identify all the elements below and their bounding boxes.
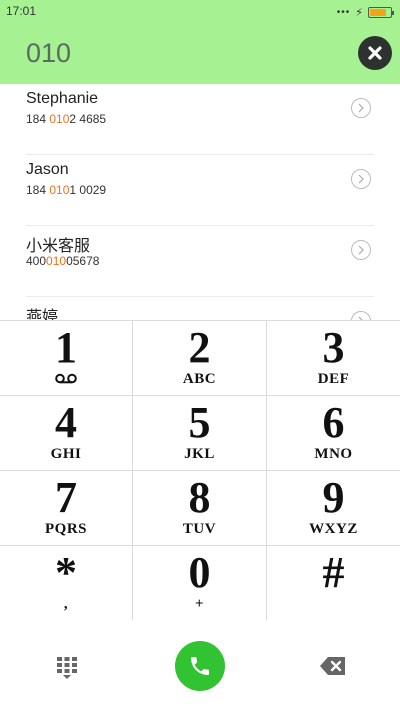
key-8[interactable]: 8 TUV	[133, 471, 267, 546]
key-digit: 5	[188, 398, 211, 447]
contact-item[interactable]: Stephanie 184 0102 4685	[26, 84, 374, 155]
chevron-right-icon	[358, 174, 364, 184]
contact-detail-button[interactable]	[351, 169, 371, 189]
key-star[interactable]: * ,	[0, 546, 133, 621]
key-4[interactable]: 4 GHI	[0, 396, 133, 471]
contact-name: Jason	[26, 161, 69, 178]
contact-detail-button[interactable]	[351, 240, 371, 260]
contact-item[interactable]: 燕婷	[26, 297, 374, 320]
key-6[interactable]: 6 MNO	[267, 396, 400, 471]
key-hash[interactable]: #	[267, 546, 400, 621]
key-letters: WXYZ	[309, 521, 358, 537]
key-digit: 1	[55, 323, 77, 372]
key-letters: TUV	[182, 521, 217, 537]
key-digit: #	[322, 548, 345, 597]
status-time: 17:01	[6, 4, 37, 18]
contact-number: 184 0101 0029	[26, 183, 107, 197]
key-2[interactable]: 2 ABC	[133, 321, 267, 396]
key-letters: ,	[63, 596, 69, 612]
backspace-button[interactable]	[319, 655, 347, 677]
key-digit: 6	[322, 398, 345, 447]
key-letters: JKL	[184, 446, 215, 462]
key-letters: DEF	[317, 371, 350, 387]
contact-name: 小米客服	[26, 238, 91, 255]
charging-icon: ⚡	[355, 6, 363, 19]
key-digit: 2	[188, 323, 211, 372]
contact-number: 184 0102 4685	[26, 112, 107, 126]
key-digit: *	[55, 548, 77, 597]
backspace-icon	[320, 657, 345, 675]
key-9[interactable]: 9 WXYZ	[267, 471, 400, 546]
key-digit: 7	[55, 473, 77, 522]
key-3[interactable]: 3 DEF	[267, 321, 400, 396]
dialer-header: 17:01 ••• ⚡ 010	[0, 0, 400, 84]
key-letters: ABC	[182, 371, 217, 387]
key-letters: MNO	[314, 446, 353, 462]
battery-icon	[368, 6, 394, 18]
close-icon	[368, 46, 382, 60]
dialpad-icon	[57, 657, 77, 679]
key-letters: +	[194, 596, 205, 612]
key-5[interactable]: 5 JKL	[133, 396, 267, 471]
key-7[interactable]: 7 PQRS	[0, 471, 133, 546]
status-bar: 17:01 ••• ⚡	[0, 0, 400, 24]
dialpad-toggle-button[interactable]	[56, 656, 78, 680]
key-letters: GHI	[50, 446, 82, 462]
signal-dots-icon: •••	[336, 6, 351, 18]
key-digit: 9	[322, 473, 345, 522]
contact-number: 40001005678	[26, 254, 100, 268]
key-1[interactable]: 1	[0, 321, 133, 396]
contact-name: Stephanie	[26, 90, 99, 107]
call-button[interactable]	[175, 641, 225, 691]
key-digit: 3	[322, 323, 345, 372]
chevron-right-icon	[358, 103, 364, 113]
contact-detail-button[interactable]	[351, 98, 371, 118]
key-digit: 8	[188, 473, 211, 522]
contact-detail-button[interactable]	[351, 311, 371, 320]
key-letters: PQRS	[44, 521, 87, 537]
voicemail-icon	[55, 373, 77, 384]
dialer-bottom-bar	[0, 620, 400, 711]
contact-item[interactable]: Jason 184 0101 0029	[26, 155, 374, 226]
dialed-number: 010	[26, 38, 72, 68]
battery-level	[370, 8, 386, 16]
dial-keypad: 1 2 ABC 3 DEF 4 GHI 5 JKL 6 MNO 7 PQRS 8…	[0, 320, 400, 621]
chevron-right-icon	[358, 245, 364, 255]
status-icons: ••• ⚡	[336, 5, 394, 19]
contact-suggestions: Stephanie 184 0102 4685 Jason 184 0101 0…	[0, 84, 400, 320]
key-0[interactable]: 0 +	[133, 546, 267, 621]
clear-button[interactable]	[358, 36, 392, 70]
key-digit: 0	[188, 548, 211, 597]
phone-icon	[191, 657, 209, 675]
contact-name: 燕婷	[26, 309, 59, 320]
key-digit: 4	[55, 398, 77, 447]
contact-item[interactable]: 小米客服 40001005678	[26, 226, 374, 297]
